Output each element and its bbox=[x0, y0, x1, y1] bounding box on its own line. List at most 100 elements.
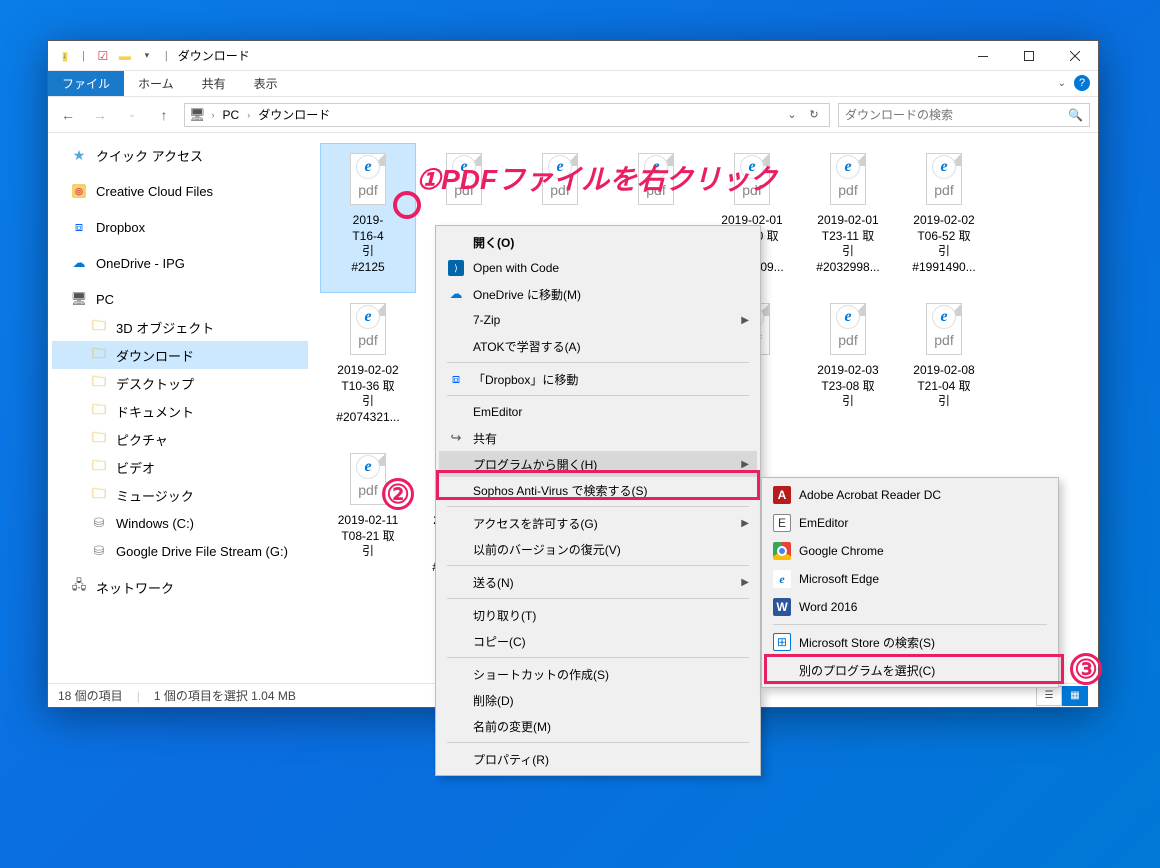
ribbon-share-tab[interactable]: 共有 bbox=[188, 71, 240, 96]
share-icon: ↪ bbox=[447, 429, 465, 447]
ctx-prev-version[interactable]: 以前のバージョンの復元(V) bbox=[439, 536, 757, 562]
navigation-pane[interactable]: ★クイック アクセス ◎Creative Cloud Files ⧈Dropbo… bbox=[48, 133, 308, 683]
breadcrumb-downloads[interactable]: ダウンロード bbox=[256, 106, 332, 123]
vscode-icon: ⟩ bbox=[447, 259, 465, 277]
word-icon: W bbox=[773, 598, 791, 616]
sidebar-creative-cloud[interactable]: ◎Creative Cloud Files bbox=[52, 177, 308, 205]
file-item[interactable]: e pdf 2019-02-01T23-11 取引#2032998... bbox=[800, 143, 896, 293]
chevron-right-icon: ▶ bbox=[741, 518, 749, 529]
ctx-properties[interactable]: プロパティ(R) bbox=[439, 746, 757, 772]
ribbon-view-tab[interactable]: 表示 bbox=[240, 71, 292, 96]
ctx-send-to[interactable]: 送る(N)▶ bbox=[439, 569, 757, 595]
file-name: 2019-02-01T23-11 取引#2032998... bbox=[816, 213, 879, 275]
chevron-right-icon: ▶ bbox=[741, 315, 749, 326]
sidebar-desktop[interactable]: 🗀デスクトップ bbox=[52, 369, 308, 397]
ribbon-home-tab[interactable]: ホーム bbox=[124, 71, 188, 96]
file-item[interactable]: e pdf 2019-02-03T23-08 取引 bbox=[800, 293, 896, 443]
qat-check-icon[interactable]: ☑ bbox=[95, 48, 111, 64]
chrome-icon bbox=[773, 542, 791, 560]
pdf-file-icon: e pdf bbox=[342, 299, 394, 359]
sidebar-videos[interactable]: 🗀ビデオ bbox=[52, 453, 308, 481]
file-name: 2019-02-11T08-21 取引 bbox=[338, 513, 399, 560]
file-item[interactable]: e pdf 2019-02-11T08-21 取引 bbox=[320, 443, 416, 593]
search-icon[interactable]: 🔍 bbox=[1068, 108, 1083, 122]
sidebar-pictures[interactable]: 🗀ピクチャ bbox=[52, 425, 308, 453]
qat-folder-icon[interactable]: ▬ bbox=[117, 48, 133, 64]
sidebar-documents[interactable]: 🗀ドキュメント bbox=[52, 397, 308, 425]
ctx-open-with[interactable]: プログラムから開く(H)▶ bbox=[439, 451, 757, 477]
sub-edge[interactable]: eMicrosoft Edge bbox=[765, 565, 1055, 593]
sidebar-quick-access[interactable]: ★クイック アクセス bbox=[52, 141, 308, 169]
details-view-button[interactable]: ☰ bbox=[1036, 686, 1062, 706]
window-controls bbox=[960, 41, 1098, 71]
folder-icon: 🗀 bbox=[90, 402, 108, 420]
sub-word[interactable]: WWord 2016 bbox=[765, 593, 1055, 621]
ctx-share[interactable]: ↪共有 bbox=[439, 425, 757, 451]
nav-back-button[interactable]: ← bbox=[56, 103, 80, 127]
sidebar-network[interactable]: 🖧ネットワーク bbox=[52, 573, 308, 601]
folder-icon: 🗀 bbox=[90, 318, 108, 336]
search-input[interactable]: ダウンロードの検索 🔍 bbox=[838, 103, 1090, 127]
maximize-button[interactable] bbox=[1006, 41, 1052, 71]
address-dropdown-icon[interactable]: ⌄ bbox=[781, 104, 803, 126]
sidebar-windows-c[interactable]: ⛁Windows (C:) bbox=[52, 509, 308, 537]
chevron-right-icon[interactable]: › bbox=[245, 110, 252, 120]
chevron-right-icon[interactable]: › bbox=[210, 110, 217, 120]
sidebar-music[interactable]: 🗀ミュージック bbox=[52, 481, 308, 509]
ctx-atok[interactable]: ATOKで学習する(A) bbox=[439, 333, 757, 359]
sub-emeditor[interactable]: EEmEditor bbox=[765, 509, 1055, 537]
file-name: 2019-02-03T23-08 取引 bbox=[817, 363, 878, 410]
ribbon-help: ⌄ ? bbox=[1058, 75, 1090, 91]
file-name: 2019-T16-4引#2125 bbox=[351, 213, 384, 275]
sub-chrome[interactable]: Google Chrome bbox=[765, 537, 1055, 565]
folder-icon: ▮↓ bbox=[56, 48, 72, 64]
sidebar-onedrive[interactable]: ☁OneDrive - IPG bbox=[52, 249, 308, 277]
ctx-dropbox-move[interactable]: ⧈「Dropbox」に移動 bbox=[439, 366, 757, 392]
ctx-grant-access[interactable]: アクセスを許可する(G)▶ bbox=[439, 510, 757, 536]
ctx-delete[interactable]: 削除(D) bbox=[439, 687, 757, 713]
ctx-rename[interactable]: 名前の変更(M) bbox=[439, 713, 757, 739]
annotation-step1-label: ①PDFファイルを右クリック bbox=[416, 158, 777, 198]
onedrive-icon: ☁ bbox=[447, 285, 465, 303]
ctx-open[interactable]: 開く(O) bbox=[439, 229, 757, 255]
emeditor-icon: E bbox=[773, 514, 791, 532]
ribbon-file-tab[interactable]: ファイル bbox=[48, 71, 124, 96]
sidebar-3d-objects[interactable]: 🗀3D オブジェクト bbox=[52, 313, 308, 341]
ctx-open-code[interactable]: ⟩Open with Code bbox=[439, 255, 757, 281]
sub-choose-program[interactable]: 別のプログラムを選択(C) bbox=[765, 656, 1055, 684]
pc-icon: 🖥 bbox=[189, 107, 206, 123]
nav-up-button[interactable]: ↑ bbox=[152, 103, 176, 127]
help-icon[interactable]: ? bbox=[1074, 75, 1090, 91]
sub-store[interactable]: ⊞Microsoft Store の検索(S) bbox=[765, 628, 1055, 656]
ctx-copy[interactable]: コピー(C) bbox=[439, 628, 757, 654]
sidebar-dropbox[interactable]: ⧈Dropbox bbox=[52, 213, 308, 241]
sidebar-pc[interactable]: 🖥PC bbox=[52, 285, 308, 313]
close-button[interactable] bbox=[1052, 41, 1098, 71]
context-menu: 開く(O) ⟩Open with Code ☁OneDrive に移動(M) 7… bbox=[435, 225, 761, 776]
ctx-onedrive-move[interactable]: ☁OneDrive に移動(M) bbox=[439, 281, 757, 307]
ribbon-expand-icon[interactable]: ⌄ bbox=[1058, 78, 1066, 89]
ctx-cut[interactable]: 切り取り(T) bbox=[439, 602, 757, 628]
ctx-sophos[interactable]: Sophos Anti-Virus で検索する(S) bbox=[439, 477, 757, 503]
file-item[interactable]: e pdf 2019-02-02T10-36 取引#2074321... bbox=[320, 293, 416, 443]
qat-dropdown-icon[interactable]: ▾ bbox=[139, 48, 155, 64]
window-title: ダウンロード bbox=[178, 47, 250, 64]
nav-recent-icon[interactable]: ⌄ bbox=[120, 103, 144, 127]
sidebar-downloads[interactable]: 🗀ダウンロード bbox=[52, 341, 308, 369]
ctx-emeditor[interactable]: EmEditor bbox=[439, 399, 757, 425]
breadcrumb-pc[interactable]: PC bbox=[221, 108, 242, 122]
address-bar[interactable]: 🖥 › PC › ダウンロード ⌄ ↻ bbox=[184, 103, 830, 127]
nav-forward-button[interactable]: → bbox=[88, 103, 112, 127]
ctx-7zip[interactable]: 7-Zip▶ bbox=[439, 307, 757, 333]
sidebar-google-drive[interactable]: ⛁Google Drive File Stream (G:) bbox=[52, 537, 308, 565]
minimize-button[interactable] bbox=[960, 41, 1006, 71]
sub-acrobat[interactable]: AAdobe Acrobat Reader DC bbox=[765, 481, 1055, 509]
pc-icon: 🖥 bbox=[70, 290, 88, 308]
store-icon: ⊞ bbox=[773, 633, 791, 651]
star-icon: ★ bbox=[70, 146, 88, 164]
ctx-shortcut[interactable]: ショートカットの作成(S) bbox=[439, 661, 757, 687]
file-item[interactable]: e pdf 2019-02-02T06-52 取引#1991490... bbox=[896, 143, 992, 293]
icons-view-button[interactable]: ▦ bbox=[1062, 686, 1088, 706]
refresh-icon[interactable]: ↻ bbox=[803, 104, 825, 126]
file-item[interactable]: e pdf 2019-02-08T21-04 取引 bbox=[896, 293, 992, 443]
